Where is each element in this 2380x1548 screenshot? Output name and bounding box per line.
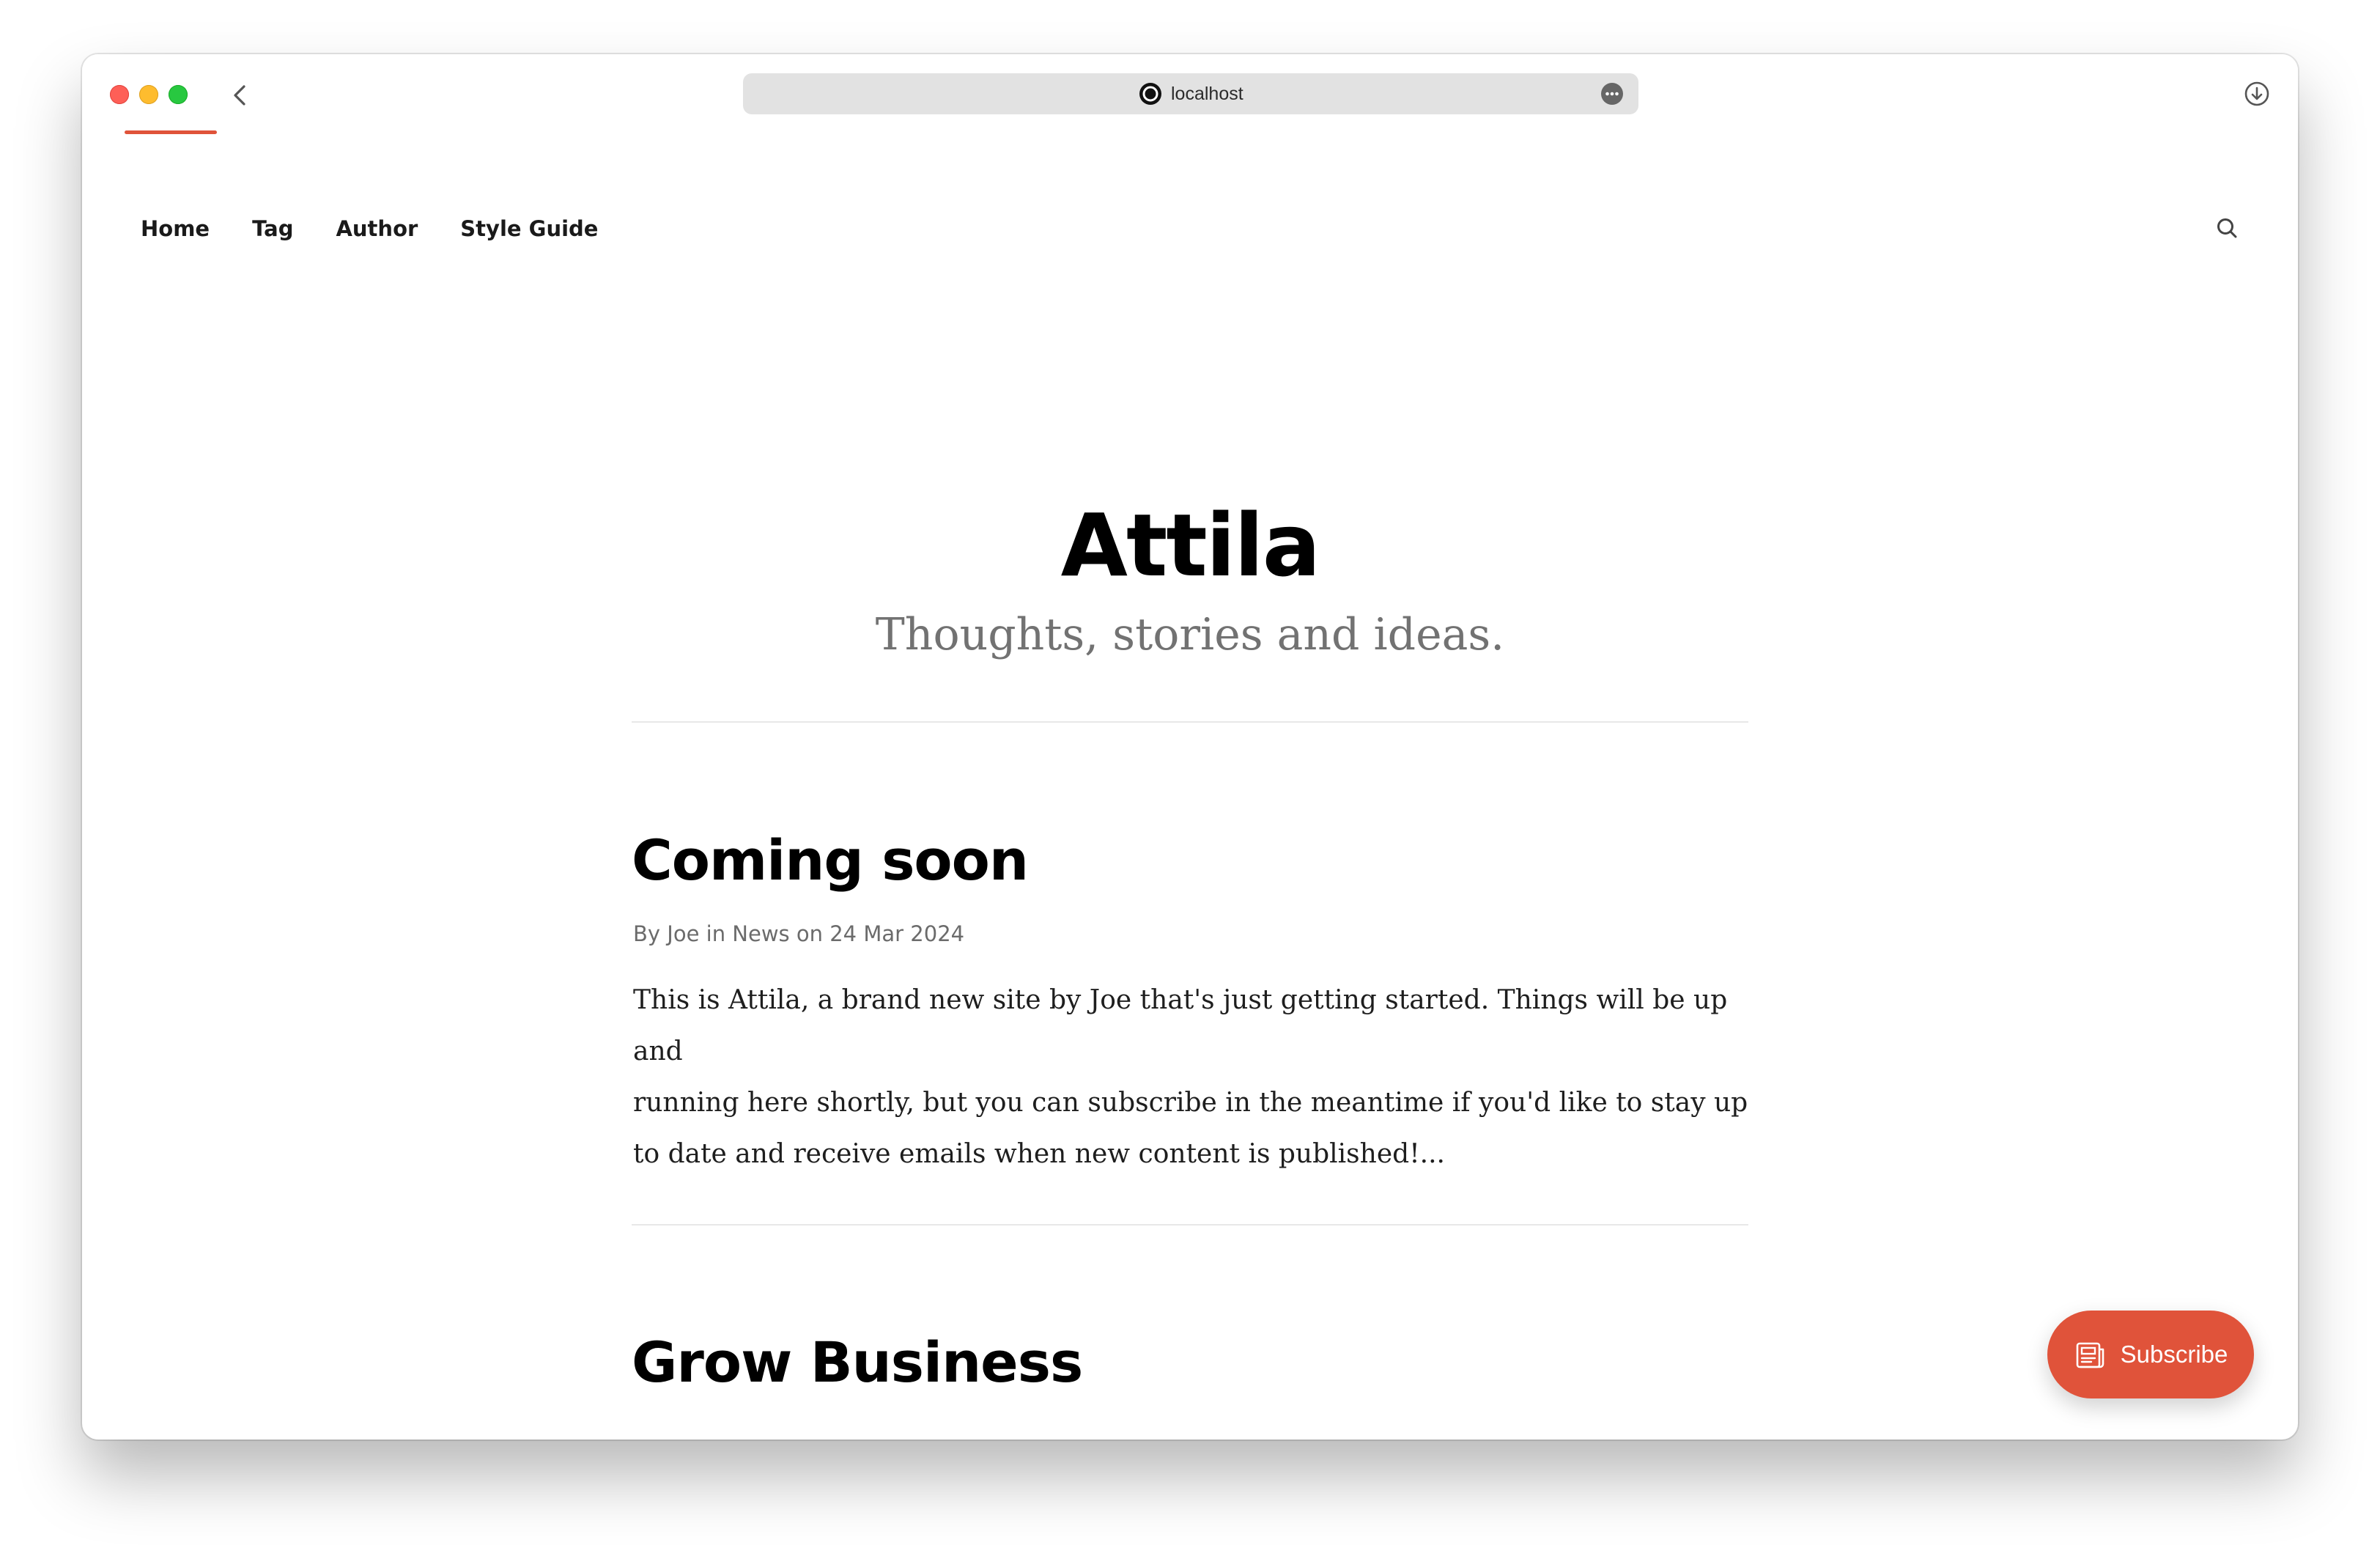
post-excerpt-line: This is Attila, a brand new site by Joe … <box>633 985 1728 1066</box>
nav-home-link[interactable]: Home <box>141 214 210 243</box>
site-nav: Home Tag Author Style Guide <box>141 214 640 243</box>
site-title: Attila <box>1060 495 1321 596</box>
download-icon[interactable] <box>2242 79 2272 108</box>
post-meta: By Joe in News on 24 Mar 2024 <box>633 919 964 948</box>
hero-divider <box>632 721 1748 723</box>
chevron-left-icon[interactable] <box>226 81 255 110</box>
post-meta-on: on <box>796 921 824 946</box>
subscribe-button[interactable]: Subscribe <box>2047 1311 2254 1398</box>
ellipsis-icon[interactable] <box>1600 82 1624 106</box>
browser-window: localhost Home Tag Author Style Guide At… <box>82 54 2298 1440</box>
post-meta-in: in <box>706 921 726 946</box>
zoom-window-button[interactable] <box>169 85 188 104</box>
post-excerpt[interactable]: This is Attila, a brand new site by Joe … <box>633 975 1754 1180</box>
post-tag-link[interactable]: News <box>732 921 789 946</box>
post-divider <box>632 1224 1748 1226</box>
close-window-button[interactable] <box>110 85 129 104</box>
newsletter-icon <box>2076 1342 2104 1368</box>
nav-style-guide-link[interactable]: Style Guide <box>460 214 598 243</box>
search-icon[interactable] <box>2214 215 2241 242</box>
post-author-link[interactable]: Joe <box>667 921 699 946</box>
browser-toolbar: localhost <box>82 54 2298 136</box>
address-bar[interactable]: localhost <box>743 73 1638 114</box>
screen: localhost Home Tag Author Style Guide At… <box>0 0 2380 1548</box>
nav-tag-link[interactable]: Tag <box>252 214 293 243</box>
nav-author-link[interactable]: Author <box>336 214 418 243</box>
ghost-site-icon <box>1139 82 1162 106</box>
url-text: localhost <box>1171 84 1243 104</box>
post-excerpt-line: running here shortly, but you can subscr… <box>633 1088 1748 1118</box>
post-title[interactable]: Grow Business <box>632 1327 1083 1398</box>
site-description: Thoughts, stories and ideas. <box>875 609 1505 660</box>
post-date: 24 Mar 2024 <box>829 921 965 946</box>
subscribe-label: Subscribe <box>2120 1341 2228 1368</box>
active-tab-indicator <box>125 130 217 134</box>
post-title[interactable]: Coming soon <box>632 825 1029 896</box>
post-excerpt-line: to date and receive emails when new cont… <box>633 1139 1445 1169</box>
post-meta-by: By <box>633 921 661 946</box>
minimize-window-button[interactable] <box>139 85 158 104</box>
